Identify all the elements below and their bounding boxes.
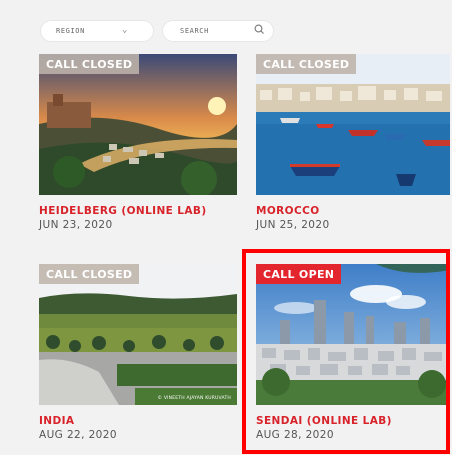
search-icon[interactable] (253, 23, 266, 36)
photo-credit: © VINEETH AJAYAN KURUVATH (157, 396, 231, 401)
event-name[interactable]: MOROCCO (256, 205, 320, 217)
event-name[interactable]: HEIDELBERG (ONLINE LAB) (39, 205, 207, 217)
status-badge: CALL CLOSED (39, 264, 140, 284)
event-date: AUG 28, 2020 (256, 429, 334, 441)
event-card-morocco[interactable]: CALL CLOSED MOROCCO JUN 25, 2020 (256, 54, 452, 244)
event-card-sendai[interactable]: CALL OPEN SENDAI (ONLINE LAB) AUG 28, 20… (256, 264, 452, 454)
event-date: JUN 23, 2020 (39, 219, 113, 231)
filter-bar: REGION ⌄ (38, 20, 438, 44)
event-image-morocco[interactable]: CALL CLOSED (256, 54, 452, 195)
region-label: REGION (56, 27, 85, 35)
status-badge: CALL CLOSED (39, 54, 140, 74)
event-image-sendai[interactable]: CALL OPEN (256, 264, 452, 405)
event-date: JUN 25, 2020 (256, 219, 330, 231)
status-badge: CALL OPEN (256, 264, 342, 284)
event-image-heidelberg[interactable]: CALL CLOSED (39, 54, 237, 195)
event-image-india[interactable]: CALL CLOSED © VINEETH AJAYAN KURUVATH (39, 264, 237, 405)
search-box[interactable] (162, 20, 274, 42)
event-name[interactable]: SENDAI (ONLINE LAB) (256, 415, 392, 427)
event-card-india[interactable]: CALL CLOSED © VINEETH AJAYAN KURUVATH IN… (39, 264, 237, 454)
chevron-down-icon: ⌄ (121, 25, 128, 35)
event-card-heidelberg[interactable]: CALL CLOSED HEIDELBERG (ONLINE LAB) JUN … (39, 54, 237, 244)
search-input[interactable] (180, 27, 250, 35)
region-dropdown[interactable]: REGION ⌄ (40, 20, 154, 42)
event-date: AUG 22, 2020 (39, 429, 117, 441)
event-name[interactable]: INDIA (39, 415, 74, 427)
status-badge: CALL CLOSED (256, 54, 357, 74)
